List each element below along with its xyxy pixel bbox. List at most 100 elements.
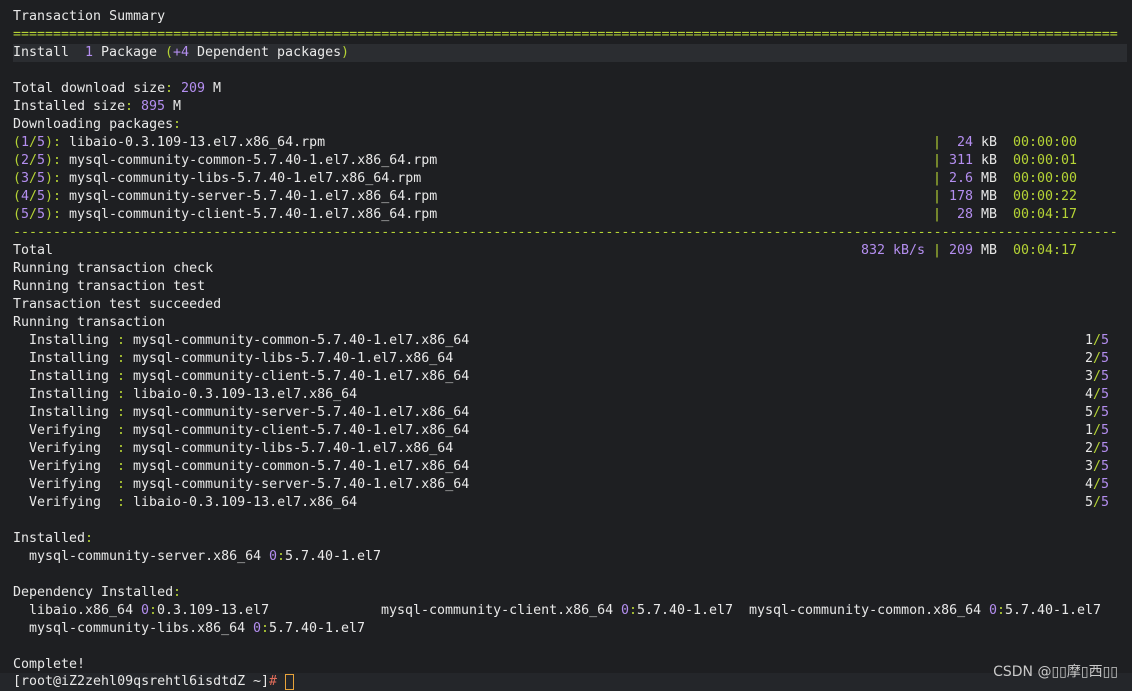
status-line: Running transaction <box>0 314 1132 332</box>
download-filename: mysql-community-server-5.7.40-1.el7.x86_… <box>69 189 438 204</box>
installed-pkg: mysql-community-server.x86_64 <box>29 549 262 564</box>
eq-separator: ========================================… <box>13 27 1118 42</box>
step-progress-slash: / <box>1093 459 1102 474</box>
installed-line: Installed: <box>0 530 1132 548</box>
install-package-word: Package <box>101 45 158 60</box>
installed-epoch: 0 <box>269 549 278 564</box>
step-colon: : <box>117 351 126 366</box>
step-colon: : <box>117 333 126 348</box>
download-index-slash: / <box>29 189 38 204</box>
watermark: CSDN @▯▯摩▯西▯▯ <box>993 664 1118 680</box>
terminal-window[interactable]: Transaction Summary ====================… <box>0 0 1132 691</box>
installed-size-colon: : <box>125 99 134 114</box>
download-index-total: 5 <box>37 189 46 204</box>
cursor[interactable] <box>283 674 294 691</box>
download-index-close: ): <box>45 207 62 222</box>
prompt-line[interactable]: [ root@iZ2zehl09qsrehtl6isdtdZ ~ ] # <box>0 673 1132 691</box>
step-progress-slash: / <box>1093 495 1102 510</box>
download-filename: mysql-community-client-5.7.40-1.el7.x86_… <box>69 207 438 222</box>
download-index-close: ): <box>45 189 62 204</box>
dep-epoch: 0 <box>621 603 630 618</box>
step-package: mysql-community-server-5.7.40-1.el7.x86_… <box>133 477 470 492</box>
status-text: Running transaction check <box>13 261 214 276</box>
download-index-slash: / <box>29 135 38 150</box>
download-index: 1 <box>21 135 30 150</box>
download-row: (1/5): libaio-0.3.109-13.el7.x86_64.rpm | 2… <box>0 134 1132 152</box>
step-progress-n: 5 <box>1085 495 1094 510</box>
download-size: 24 <box>956 135 973 150</box>
download-index-total: 5 <box>37 207 46 222</box>
step-colon: : <box>117 369 126 384</box>
dep-pkg: mysql-community-client.x86_64 <box>381 603 614 618</box>
transaction-step-row: Verifying : mysql-community-common-5.7.40… <box>0 458 1132 476</box>
step-colon: : <box>117 495 126 510</box>
install-dep-close: ) <box>341 45 350 60</box>
step-package: mysql-community-common-5.7.40-1.el7.x86_… <box>133 459 470 474</box>
step-colon: : <box>117 405 126 420</box>
download-size-colon: : <box>165 81 174 96</box>
summary-title-line: Transaction Summary <box>0 8 1132 26</box>
step-package: mysql-community-client-5.7.40-1.el7.x86_… <box>133 423 470 438</box>
dep-version: 5.7.40-1.el7 <box>637 603 734 618</box>
installed-size-value: 895 <box>141 99 166 114</box>
download-index: 3 <box>21 171 30 186</box>
step-progress-total: 5 <box>1101 441 1110 456</box>
download-index-slash: / <box>29 171 38 186</box>
download-size: 311 <box>948 153 973 168</box>
status-text: Running transaction test <box>13 279 206 294</box>
step-colon: : <box>117 459 126 474</box>
transaction-step-row: Verifying : libaio-0.3.109-13.el7.x86_64 5… <box>0 494 1132 512</box>
dependency-installed-colon: : <box>173 585 182 600</box>
prompt-user-host: root@iZ2zehl09qsrehtl6isdtdZ <box>21 674 246 689</box>
install-dep-count: +4 <box>173 45 190 60</box>
download-index-slash: / <box>29 153 38 168</box>
total-label: Total <box>13 243 54 258</box>
step-progress-n: 2 <box>1085 351 1094 366</box>
step-package: mysql-community-libs-5.7.40-1.el7.x86_64 <box>133 351 454 366</box>
step-progress-n: 3 <box>1085 459 1094 474</box>
install-dep-open: ( <box>165 45 174 60</box>
download-filename: mysql-community-common-5.7.40-1.el7.x86_… <box>69 153 438 168</box>
transaction-step-row: Verifying : mysql-community-client-5.7.40… <box>0 422 1132 440</box>
installed-colon: : <box>85 531 94 546</box>
step-progress-total: 5 <box>1101 459 1110 474</box>
transaction-steps: Installing: mysql-community-common-5.7.40… <box>0 332 1132 512</box>
installed-size-unit: M <box>173 99 182 114</box>
installed-pkg-line: mysql-community-server.x86_64 0 : 5.7.40… <box>0 548 1132 566</box>
install-dep-text: Dependent packages <box>197 45 342 60</box>
status-line: Transaction test succeeded <box>0 296 1132 314</box>
download-index-slash: / <box>29 207 38 222</box>
download-pipe: | <box>933 189 942 204</box>
step-progress-slash: / <box>1093 369 1102 384</box>
download-size-line: Total download size: 209 M <box>0 80 1132 98</box>
step-package: libaio-0.3.109-13.el7.x86_64 <box>133 495 358 510</box>
download-unit: kB <box>981 135 998 150</box>
downloading-label: Downloading packages <box>13 117 174 132</box>
download-size: 28 <box>956 207 973 222</box>
download-row: (2/5): mysql-community-common-5.7.40-1.el… <box>0 152 1132 170</box>
download-row: (5/5): mysql-community-client-5.7.40-1.el… <box>0 206 1132 224</box>
step-package: mysql-community-common-5.7.40-1.el7.x86_… <box>133 333 470 348</box>
step-action: Installing <box>29 333 110 348</box>
transaction-step-row: Verifying : mysql-community-server-5.7.40… <box>0 476 1132 494</box>
status-text: Transaction test succeeded <box>13 297 222 312</box>
eq-separator-line: ========================================… <box>0 26 1132 44</box>
download-row: (4/5): mysql-community-server-5.7.40-1.el… <box>0 188 1132 206</box>
step-colon: : <box>117 423 126 438</box>
status-line: Running transaction check <box>0 260 1132 278</box>
step-progress-total: 5 <box>1101 405 1110 420</box>
installed-version: 5.7.40-1.el7 <box>285 549 382 564</box>
step-progress-n: 4 <box>1085 387 1094 402</box>
step-progress-slash: / <box>1093 423 1102 438</box>
complete-line: Complete! <box>0 656 1132 674</box>
status-line: Running transaction test <box>0 278 1132 296</box>
step-progress-total: 5 <box>1101 369 1110 384</box>
dep-version: 5.7.40-1.el7 <box>269 621 366 636</box>
download-time: 00:00:00 <box>1013 135 1078 150</box>
download-time: 00:00:00 <box>1013 171 1078 186</box>
download-index-total: 5 <box>37 135 46 150</box>
step-colon: : <box>117 387 126 402</box>
prompt-dir: ~ <box>253 674 262 689</box>
